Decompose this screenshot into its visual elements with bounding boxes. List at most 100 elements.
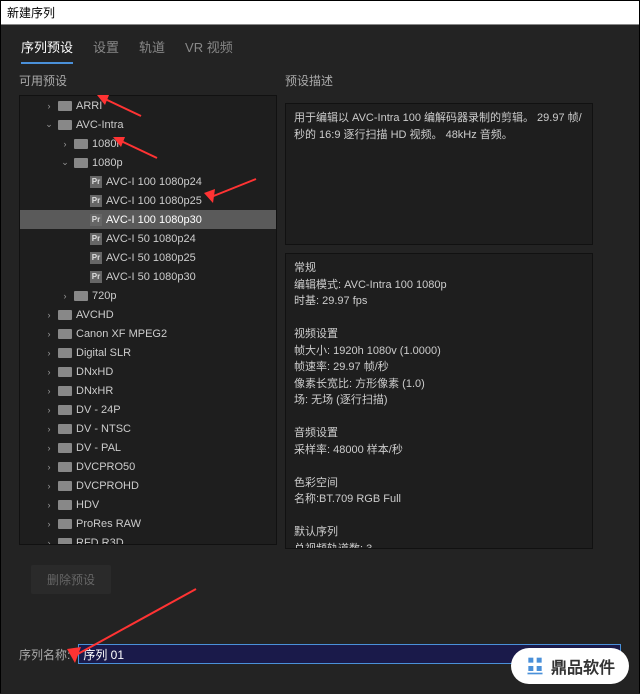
tree-item-label: Digital SLR	[76, 347, 131, 359]
folder-icon	[58, 386, 72, 396]
tree-folder[interactable]: › ARRI	[20, 96, 276, 115]
chevron-icon: ›	[44, 386, 54, 396]
tab-settings[interactable]: 设置	[93, 37, 119, 64]
tree-folder[interactable]: › DVCPRO50	[20, 457, 276, 476]
preset-icon: Pr	[90, 195, 102, 207]
folder-icon	[58, 329, 72, 339]
tab-preset[interactable]: 序列预设	[21, 37, 73, 64]
chevron-icon: ›	[44, 405, 54, 415]
tree-preset[interactable]: Pr AVC-I 50 1080p30	[20, 267, 276, 286]
tree-folder[interactable]: › AVCHD	[20, 305, 276, 324]
tree-item-label: AVC-I 100 1080p24	[106, 176, 202, 188]
folder-icon	[58, 481, 72, 491]
folder-icon	[74, 139, 88, 149]
folder-icon	[58, 462, 72, 472]
tree-folder[interactable]: › DNxHR	[20, 381, 276, 400]
tree-folder[interactable]: › DV - NTSC	[20, 419, 276, 438]
tree-folder[interactable]: › 720p	[20, 286, 276, 305]
folder-icon	[74, 291, 88, 301]
tree-item-label: DV - NTSC	[76, 423, 131, 435]
chevron-icon: ⌄	[44, 119, 54, 130]
chevron-icon: ›	[44, 481, 54, 491]
folder-icon	[58, 519, 72, 529]
preset-icon: Pr	[90, 214, 102, 226]
tree-item-label: AVC-I 100 1080p30	[106, 214, 202, 226]
chevron-icon: ›	[60, 291, 70, 301]
tree-folder[interactable]: › ProRes RAW	[20, 514, 276, 533]
folder-icon	[58, 120, 72, 130]
chevron-icon: ›	[44, 310, 54, 320]
tree-item-label: DNxHR	[76, 385, 113, 397]
tree-preset[interactable]: Pr AVC-I 100 1080p25	[20, 191, 276, 210]
chevron-icon: ›	[44, 462, 54, 472]
tree-folder[interactable]: › Digital SLR	[20, 343, 276, 362]
chevron-icon: ›	[44, 329, 54, 339]
chevron-icon: ›	[44, 424, 54, 434]
tree-item-label: DVCPRO50	[76, 461, 135, 473]
tab-tracks[interactable]: 轨道	[139, 37, 165, 64]
chevron-icon: ›	[44, 538, 54, 546]
tree-item-label: RFD R3D	[76, 537, 124, 546]
window-title: 新建序列	[1, 1, 639, 25]
preset-tree[interactable]: › ARRI ⌄AVC-Intra › 1080i ⌄ 1080p Pr AVC-I 100 1…	[19, 95, 277, 545]
preset-icon: Pr	[90, 271, 102, 283]
tree-folder[interactable]: › 1080i	[20, 134, 276, 153]
tree-item-label: ProRes RAW	[76, 518, 141, 530]
folder-icon	[74, 158, 88, 168]
folder-icon	[58, 101, 72, 111]
tree-item-label: AVC-I 50 1080p24	[106, 233, 196, 245]
folder-icon	[58, 500, 72, 510]
tree-item-label: Canon XF MPEG2	[76, 328, 167, 340]
tree-item-label: HDV	[76, 499, 99, 511]
folder-icon	[58, 367, 72, 377]
tree-folder[interactable]: › Canon XF MPEG2	[20, 324, 276, 343]
tab-bar: 序列预设 设置 轨道 VR 视频	[1, 25, 639, 72]
chevron-icon: ›	[44, 443, 54, 453]
tree-folder[interactable]: › DV - PAL	[20, 438, 276, 457]
available-presets-label: 可用预设	[19, 72, 277, 89]
tree-item-label: DV - 24P	[76, 404, 121, 416]
folder-icon	[58, 405, 72, 415]
tree-item-label: DVCPROHD	[76, 480, 139, 492]
tree-folder[interactable]: ›DNxHD	[20, 362, 276, 381]
folder-icon	[58, 443, 72, 453]
tab-vr[interactable]: VR 视频	[185, 37, 233, 64]
chevron-icon: ›	[44, 348, 54, 358]
tree-preset[interactable]: Pr AVC-I 100 1080p24	[20, 172, 276, 191]
delete-preset-button[interactable]: 删除预设	[31, 565, 111, 594]
preset-icon: Pr	[90, 233, 102, 245]
folder-icon	[58, 538, 72, 546]
folder-icon	[58, 310, 72, 320]
watermark-text: 鼎品软件	[551, 654, 615, 678]
tree-item-label: 1080i	[92, 138, 119, 150]
tree-folder[interactable]: › DVCPROHD	[20, 476, 276, 495]
preset-icon: Pr	[90, 252, 102, 264]
tree-preset[interactable]: Pr AVC-I 100 1080p30	[20, 210, 276, 229]
chevron-icon: ›	[44, 519, 54, 529]
chevron-icon: ›	[60, 139, 70, 149]
tree-item-label: ARRI	[76, 100, 102, 112]
tree-preset[interactable]: Pr AVC-I 50 1080p24	[20, 229, 276, 248]
watermark-icon	[525, 656, 545, 676]
tree-folder[interactable]: ⌄ 1080p	[20, 153, 276, 172]
description-label: 预设描述	[285, 72, 593, 89]
tree-folder[interactable]: › RFD R3D	[20, 533, 276, 545]
tree-item-label: AVCHD	[76, 309, 114, 321]
tree-item-label: AVC-I 50 1080p30	[106, 271, 196, 283]
tree-item-label: DNxHD	[76, 366, 113, 378]
description-box: 用于编辑以 AVC-Intra 100 编解码器录制的剪辑。 29.97 帧/秒…	[285, 103, 593, 245]
tree-folder[interactable]: ›HDV	[20, 495, 276, 514]
tree-folder[interactable]: ⌄AVC-Intra	[20, 115, 276, 134]
tree-item-label: 1080p	[92, 157, 123, 169]
tree-item-label: DV - PAL	[76, 442, 121, 454]
tree-folder[interactable]: › DV - 24P	[20, 400, 276, 419]
tree-item-label: AVC-I 50 1080p25	[106, 252, 196, 264]
watermark: 鼎品软件	[511, 648, 629, 684]
folder-icon	[58, 348, 72, 358]
tree-item-label: AVC-I 100 1080p25	[106, 195, 202, 207]
preset-icon: Pr	[90, 176, 102, 188]
tree-item-label: 720p	[92, 290, 116, 302]
tree-preset[interactable]: Pr AVC-I 50 1080p25	[20, 248, 276, 267]
chevron-icon: ›	[44, 101, 54, 111]
chevron-icon: ⌄	[60, 157, 70, 168]
